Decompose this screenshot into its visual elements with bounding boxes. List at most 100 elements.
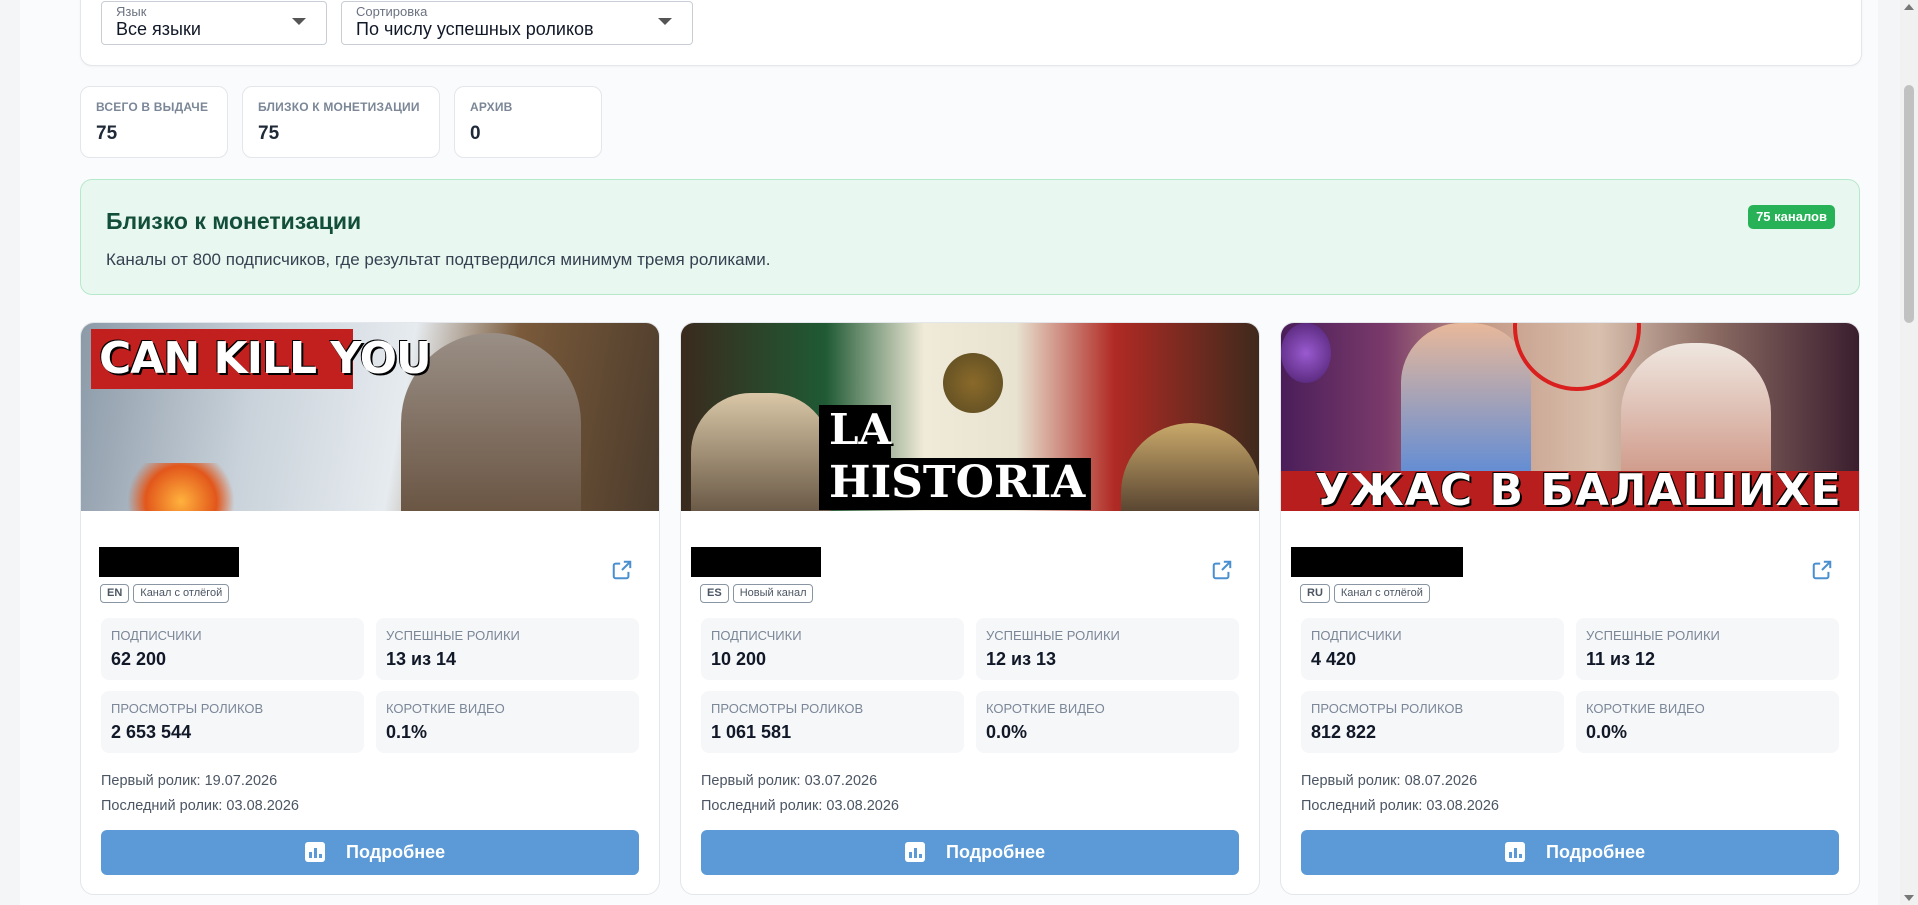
metric-value: 0.1% (386, 722, 428, 742)
language-tag: ES (700, 584, 729, 603)
metric-label: УСПЕШНЫЕ РОЛИКИ (386, 628, 520, 643)
metric-subscribers: ПОДПИСЧИКИ 4 420 (1301, 618, 1564, 680)
highlight-circle (1513, 323, 1641, 391)
first-video-date: Первый ролик: 08.07.2026 (1301, 773, 1478, 789)
channel-card: LA HISTORIA ES Новый канал ПОДПИСЧИКИ 10 … (680, 322, 1260, 895)
metric-label: УСПЕШНЫЕ РОЛИКИ (1586, 628, 1720, 643)
redacted-channel-name (1291, 547, 1463, 577)
channel-count-badge: 75 каналов (1748, 205, 1835, 229)
chart-icon (305, 842, 325, 862)
metric-subscribers: ПОДПИСЧИКИ 62 200 (101, 618, 364, 680)
first-video-date: Первый ролик: 19.07.2026 (101, 773, 278, 789)
metric-label: КОРОТКИЕ ВИДЕО (1586, 701, 1705, 716)
channel-type-tag: Канал с отлёгой (133, 584, 230, 603)
details-button-label: Подробнее (346, 842, 446, 862)
thumbnail-text: LA (829, 405, 892, 454)
metric-value: 11 из 12 (1586, 649, 1656, 669)
redacted-channel-name (691, 547, 821, 577)
coat-of-arms (943, 353, 1003, 413)
video-thumbnail[interactable]: CAN KILL YOU (81, 323, 659, 511)
channel-tags: RU Канал с отлёгой (1300, 583, 1434, 603)
metric-value: 0.0% (986, 722, 1028, 742)
scroll-down-icon[interactable] (1904, 895, 1914, 901)
metric-value: 62 200 (111, 649, 167, 669)
channel-type-tag: Новый канал (732, 584, 814, 603)
thumbnail-text: CAN KILL YOU (99, 333, 432, 384)
thumbnail-text: HISTORIA (829, 457, 1086, 508)
metric-views: ПРОСМОТРЫ РОЛИКОВ 2 653 544 (101, 691, 364, 753)
details-button-label: Подробнее (1546, 842, 1646, 862)
thumbnail-text: УЖАС В БАЛАШИХЕ (1315, 465, 1842, 511)
chevron-down-icon (292, 18, 306, 25)
metric-views: ПРОСМОТРЫ РОЛИКОВ 812 822 (1301, 691, 1564, 753)
external-link-icon[interactable] (611, 559, 633, 581)
first-video-date: Первый ролик: 03.07.2026 (701, 773, 878, 789)
stat-archive: АРХИВ 0 (454, 86, 602, 158)
language-select-label: Язык (116, 4, 147, 19)
portrait (691, 393, 831, 511)
metric-label: ПОДПИСЧИКИ (111, 628, 202, 643)
metric-success: УСПЕШНЫЕ РОЛИКИ 13 из 14 (376, 618, 639, 680)
metric-value: 2 653 544 (111, 722, 192, 742)
stat-near-monetization: БЛИЗКО К МОНЕТИЗАЦИИ 75 (242, 86, 440, 158)
metric-label: КОРОТКИЕ ВИДЕО (986, 701, 1105, 716)
filters-panel: Язык Все языки Сортировка По числу успеш… (80, 0, 1862, 66)
language-tag: EN (100, 584, 130, 603)
stat-label: БЛИЗКО К МОНЕТИЗАЦИИ (258, 100, 420, 114)
vertical-scrollbar[interactable] (1900, 0, 1918, 905)
video-dates: Первый ролик: 08.07.2026 Последний ролик… (1301, 769, 1499, 819)
stat-value: 0 (470, 123, 481, 144)
metric-subscribers: ПОДПИСЧИКИ 10 200 (701, 618, 964, 680)
monetization-banner: Близко к монетизации Каналы от 800 подпи… (80, 179, 1860, 295)
metric-value: 12 из 13 (986, 649, 1057, 669)
metric-value: 812 822 (1311, 722, 1377, 742)
metric-value: 13 из 14 (386, 649, 457, 669)
campfire (121, 463, 241, 511)
video-dates: Первый ролик: 03.07.2026 Последний ролик… (701, 769, 899, 819)
chart-icon (1505, 842, 1525, 862)
scroll-up-icon[interactable] (1904, 4, 1914, 10)
last-video-date: Последний ролик: 03.08.2026 (1301, 798, 1499, 814)
metric-value: 4 420 (1311, 649, 1357, 669)
redacted-channel-name (99, 547, 239, 577)
last-video-date: Последний ролик: 03.08.2026 (701, 798, 899, 814)
balloon (1281, 323, 1331, 383)
video-thumbnail[interactable]: УЖАС В БАЛАШИХЕ (1281, 323, 1859, 511)
details-button-label: Подробнее (946, 842, 1046, 862)
sort-select-label: Сортировка (356, 4, 428, 19)
metric-success: УСПЕШНЫЕ РОЛИКИ 11 из 12 (1576, 618, 1839, 680)
metric-value: 0.0% (1586, 722, 1628, 742)
metric-label: КОРОТКИЕ ВИДЕО (386, 701, 505, 716)
stat-label: ВСЕГО В ВЫДАЧЕ (96, 100, 209, 114)
details-button[interactable]: Подробнее (101, 830, 639, 875)
video-thumbnail[interactable]: LA HISTORIA (681, 323, 1259, 511)
metric-value: 1 061 581 (711, 722, 792, 742)
metric-label: ПРОСМОТРЫ РОЛИКОВ (1311, 701, 1464, 716)
metric-label: ПРОСМОТРЫ РОЛИКОВ (711, 701, 864, 716)
person-figure (1401, 323, 1531, 483)
details-button[interactable]: Подробнее (701, 830, 1239, 875)
chevron-down-icon (658, 18, 672, 25)
channel-card: CAN KILL YOU EN Канал с отлёгой ПОДПИСЧИК… (80, 322, 660, 895)
page: Язык Все языки Сортировка По числу успеш… (20, 0, 1878, 905)
metric-shorts: КОРОТКИЕ ВИДЕО 0.1% (376, 691, 639, 753)
external-link-icon[interactable] (1211, 559, 1233, 581)
sort-select-value: По числу успешных роликов (356, 19, 594, 39)
language-select[interactable]: Язык Все языки (101, 1, 327, 45)
metric-views: ПРОСМОТРЫ РОЛИКОВ 1 061 581 (701, 691, 964, 753)
stat-value: 75 (96, 123, 118, 144)
video-dates: Первый ролик: 19.07.2026 Последний ролик… (101, 769, 299, 819)
stat-label: АРХИВ (470, 100, 513, 114)
stat-total: ВСЕГО В ВЫДАЧЕ 75 (80, 86, 228, 158)
details-button[interactable]: Подробнее (1301, 830, 1839, 875)
sort-select[interactable]: Сортировка По числу успешных роликов (341, 1, 693, 45)
scrollbar-thumb[interactable] (1904, 85, 1914, 323)
chart-icon (905, 842, 925, 862)
language-select-value: Все языки (116, 19, 201, 39)
banner-description: Каналы от 800 подписчиков, где результат… (106, 250, 771, 269)
metric-shorts: КОРОТКИЕ ВИДЕО 0.0% (1576, 691, 1839, 753)
external-link-icon[interactable] (1811, 559, 1833, 581)
metric-label: ПОДПИСЧИКИ (1311, 628, 1402, 643)
metric-label: УСПЕШНЫЕ РОЛИКИ (986, 628, 1120, 643)
metric-value: 10 200 (711, 649, 767, 669)
